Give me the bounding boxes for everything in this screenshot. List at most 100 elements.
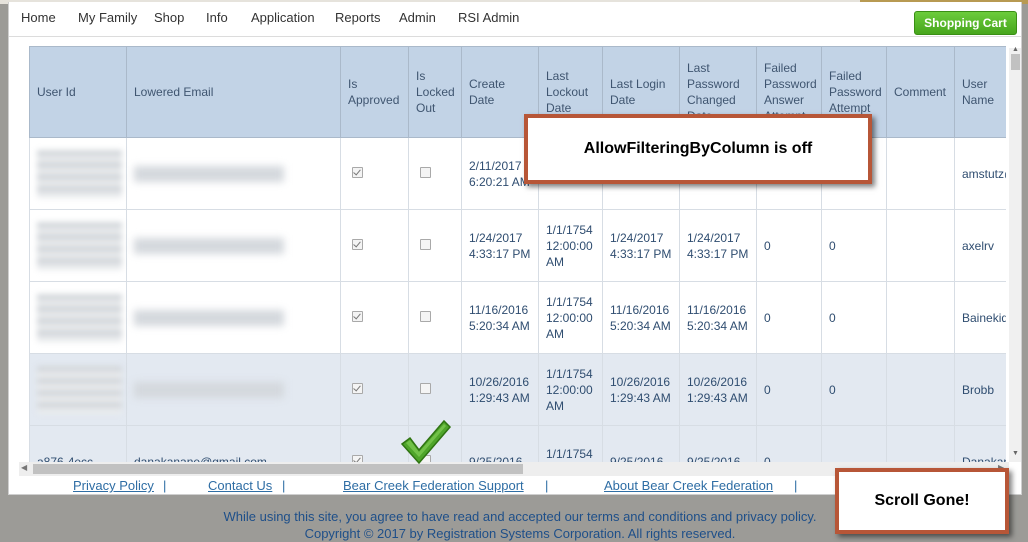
nav-rsi-admin[interactable]: RSI Admin — [458, 10, 519, 25]
cell-failed-password-attempt: 0 — [821, 281, 887, 354]
col-header-is-locked-out[interactable]: Is Locked Out — [408, 46, 462, 138]
redacted-value — [37, 293, 122, 342]
redacted-value — [37, 221, 122, 270]
nav-admin[interactable]: Admin — [399, 10, 436, 25]
cell-is-approved — [340, 425, 409, 466]
cell-user-name: amstutz@ — [954, 137, 1006, 210]
redacted-value — [134, 381, 284, 398]
footer-separator: | — [545, 478, 549, 493]
table-row[interactable]: 1/24/2017 4:33:17 PM 1/1/1754 12:00:00 AM… — [29, 209, 1006, 282]
cell-is-locked-out-checkbox — [420, 238, 431, 250]
cell-is-approved-checkbox — [352, 382, 363, 394]
nav-my-family[interactable]: My Family — [78, 10, 137, 25]
cell-comment — [886, 281, 955, 354]
redacted-value — [134, 237, 284, 254]
cell-user-id: a876-4ecc- — [29, 425, 127, 466]
nav-reports[interactable]: Reports — [335, 10, 381, 25]
table-row[interactable]: 10/26/2016 1:29:43 AM 1/1/1754 12:00:00 A… — [29, 353, 1006, 426]
cell-user-id — [29, 209, 127, 282]
vertical-scroll-thumb[interactable] — [1011, 54, 1020, 70]
cell-last-lockout-date: 1/1/1754 12:00:00 — [538, 425, 603, 466]
scroll-down-arrow-icon[interactable]: ▼ — [1012, 450, 1019, 457]
cell-comment — [886, 137, 955, 210]
vertical-scrollbar[interactable]: ▲ ▼ — [1009, 46, 1021, 462]
nav-info[interactable]: Info — [206, 10, 228, 25]
cell-email — [126, 281, 341, 354]
cell-is-locked-out-checkbox — [420, 382, 431, 394]
cell-last-lockout-date: 1/1/1754 12:00:00 AM — [538, 281, 603, 354]
main-panel: Home My Family Shop Info Application Rep… — [8, 2, 1022, 495]
col-header-user-name[interactable]: User Name — [954, 46, 1006, 138]
cell-is-locked-out — [408, 353, 462, 426]
cell-email — [126, 137, 341, 210]
cell-email — [126, 209, 341, 282]
cell-failed-answer-attempt: 0 — [756, 353, 822, 426]
users-table: User Id Lowered Email Is Approved Is Loc… — [29, 46, 1006, 466]
col-header-is-approved[interactable]: Is Approved — [340, 46, 409, 138]
nav-shop[interactable]: Shop — [154, 10, 184, 25]
cell-last-password-changed: 9/25/2016 — [679, 425, 757, 466]
cell-user-id — [29, 281, 127, 354]
contact-us-link[interactable]: Contact Us — [208, 478, 272, 493]
nav-application[interactable]: Application — [251, 10, 315, 25]
cell-failed-password-attempt — [821, 425, 887, 466]
cell-is-locked-out-checkbox — [420, 166, 431, 178]
cell-last-lockout-date: 1/1/1754 12:00:00 AM — [538, 353, 603, 426]
cell-last-login-date: 10/26/2016 1:29:43 AM — [602, 353, 680, 426]
privacy-policy-link[interactable]: Privacy Policy — [73, 478, 154, 493]
cell-email — [126, 353, 341, 426]
nav-home[interactable]: Home — [21, 10, 56, 25]
cell-user-name: axelrv — [954, 209, 1006, 282]
footer-separator: | — [282, 478, 286, 493]
cell-is-approved-checkbox — [352, 166, 363, 178]
cell-comment — [886, 353, 955, 426]
cell-user-id — [29, 353, 127, 426]
cell-user-name: Bainekids — [954, 281, 1006, 354]
cell-last-login-date: 11/16/2016 5:20:34 AM — [602, 281, 680, 354]
table-row[interactable]: a876-4ecc-danakanane@gmail.com 9/25/2016 1… — [29, 425, 1006, 466]
cell-last-password-changed: 11/16/2016 5:20:34 AM — [679, 281, 757, 354]
scroll-up-arrow-icon[interactable]: ▲ — [1012, 46, 1019, 53]
cell-failed-password-attempt: 0 — [821, 353, 887, 426]
cell-last-lockout-date: 1/1/1754 12:00:00 AM — [538, 209, 603, 282]
cell-comment — [886, 425, 955, 466]
cell-is-approved — [340, 353, 409, 426]
col-header-user-id[interactable]: User Id — [29, 46, 127, 138]
cell-user-name: Brobb — [954, 353, 1006, 426]
redacted-value — [37, 365, 122, 414]
cell-is-approved — [340, 209, 409, 282]
top-navbar: Home My Family Shop Info Application Rep… — [9, 2, 1021, 37]
cell-comment — [886, 209, 955, 282]
footer-separator: | — [163, 478, 167, 493]
cell-is-approved-checkbox — [352, 238, 363, 250]
col-header-lowered-email[interactable]: Lowered Email — [126, 46, 341, 138]
cell-create-date: 11/16/2016 5:20:34 AM — [461, 281, 539, 354]
cell-is-approved — [340, 281, 409, 354]
grid-body: 2/11/2017 6:20:21 AMAM6:20:21 AM6:20:21 … — [29, 137, 1006, 466]
support-link[interactable]: Bear Creek Federation Support — [343, 478, 524, 493]
cell-create-date: 10/26/2016 1:29:43 AM — [461, 353, 539, 426]
cell-last-login-date: 1/24/2017 4:33:17 PM — [602, 209, 680, 282]
cell-email: danakanane@gmail.com — [126, 425, 341, 466]
footer-separator: | — [794, 478, 798, 493]
cell-failed-answer-attempt: 0 — [756, 281, 822, 354]
cell-is-locked-out — [408, 137, 462, 210]
terms-notice: While using this site, you agree to have… — [223, 509, 817, 524]
redacted-value — [37, 149, 122, 198]
cell-create-date: 1/24/2017 4:33:17 PM — [461, 209, 539, 282]
users-grid: User Id Lowered Email Is Approved Is Loc… — [29, 46, 1006, 466]
table-row[interactable]: 11/16/2016 5:20:34 AM 1/1/1754 12:00:00 A… — [29, 281, 1006, 354]
about-link[interactable]: About Bear Creek Federation — [604, 478, 773, 493]
cell-is-locked-out — [408, 209, 462, 282]
redacted-value — [134, 309, 284, 326]
filter-callout: AllowFilteringByColumn is off — [524, 114, 872, 184]
cell-is-locked-out-checkbox — [420, 310, 431, 322]
cell-is-approved-checkbox — [352, 310, 363, 322]
scroll-left-arrow-icon[interactable]: ◀ — [21, 463, 27, 472]
cell-user-id — [29, 137, 127, 210]
col-header-comment[interactable]: Comment — [886, 46, 955, 138]
cell-last-login-date: 9/25/2016 — [602, 425, 680, 466]
cell-failed-answer-attempt: 0 — [756, 425, 822, 466]
cell-last-password-changed: 10/26/2016 1:29:43 AM — [679, 353, 757, 426]
shopping-cart-button[interactable]: Shopping Cart — [914, 11, 1017, 35]
